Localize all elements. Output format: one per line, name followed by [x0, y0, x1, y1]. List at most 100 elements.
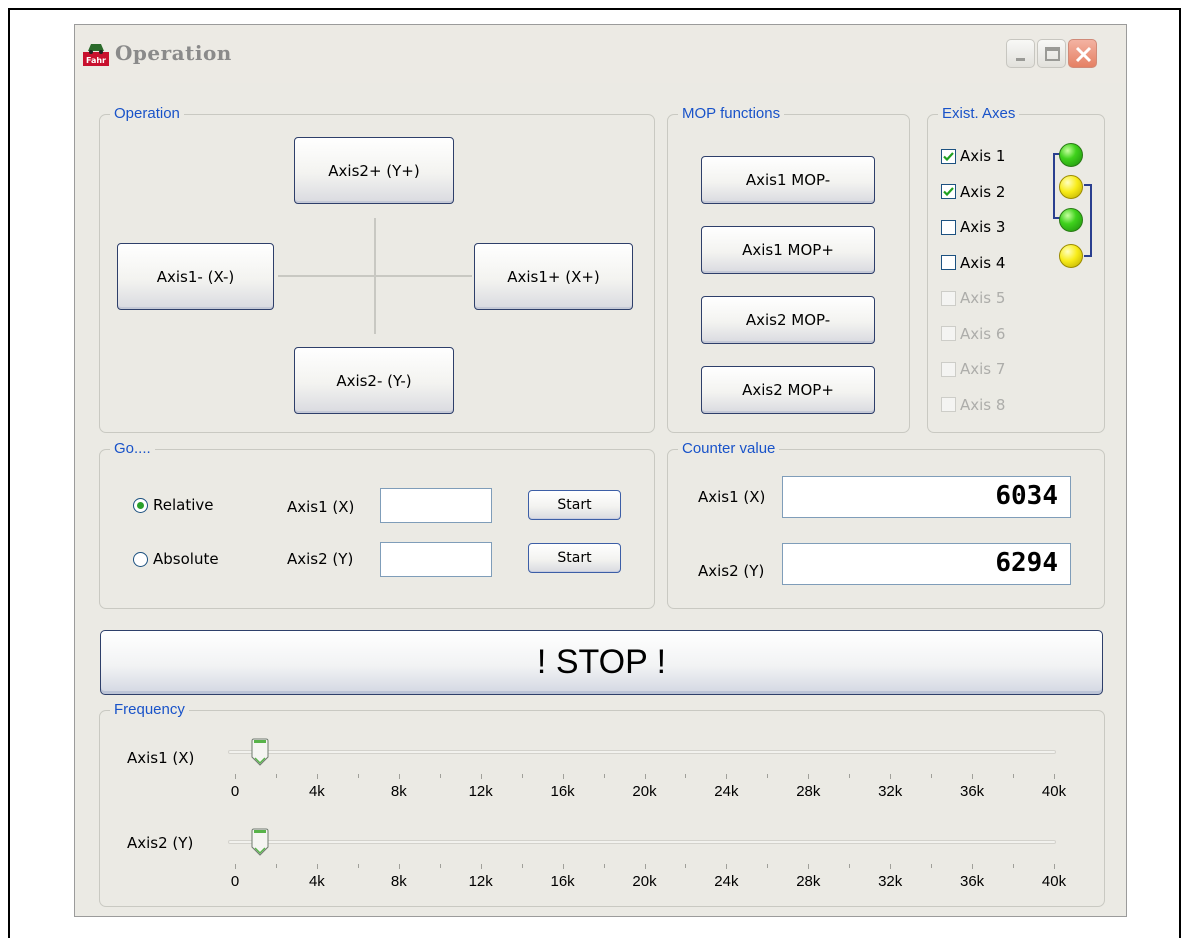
radio-selected-dot — [137, 501, 144, 509]
counter-axis2-label: Axis2 (Y) — [698, 562, 765, 580]
relative-radio-row[interactable]: Relative — [133, 496, 214, 514]
close-icon — [1075, 46, 1092, 63]
frequency-axis1-tick-label: 20k — [632, 783, 657, 800]
go-axis2-start-button[interactable]: Start — [528, 543, 621, 573]
frequency-axis2-tick-label: 24k — [714, 873, 739, 890]
go-axis2-label: Axis2 (Y) — [287, 550, 354, 568]
axis-checkbox-7 — [941, 361, 956, 377]
axis2-minus-button[interactable]: Axis2- (Y-) — [294, 347, 454, 414]
slider-thumb-icon — [251, 828, 269, 856]
frequency-axis2-tick-label: 20k — [632, 873, 657, 890]
stop-button[interactable]: ! STOP ! — [100, 630, 1103, 695]
axis-checkbox-3[interactable] — [941, 219, 956, 235]
go-group: Go.... — [99, 440, 655, 609]
axis2-mop-plus-button[interactable]: Axis2 MOP+ — [701, 366, 875, 414]
absolute-radio-row[interactable]: Absolute — [133, 550, 219, 568]
window-title: Operation — [115, 41, 232, 65]
frequency-axis1-minor-tick — [849, 774, 851, 778]
frequency-axis1-tick — [316, 774, 318, 779]
app-icon: Fahr — [83, 44, 109, 66]
absolute-radio[interactable] — [133, 551, 148, 567]
frequency-axis1-tick — [562, 774, 564, 779]
checkmark-icon — [943, 151, 954, 161]
frequency-axis2-minor-tick — [931, 864, 933, 868]
frequency-group-title: Frequency — [110, 701, 189, 718]
frequency-axis2-minor-tick — [439, 864, 441, 868]
frequency-axis1-minor-tick — [357, 774, 359, 778]
frequency-axis1-tick — [235, 774, 236, 779]
relative-radio[interactable] — [133, 497, 148, 513]
mop-group-title: MOP functions — [678, 105, 785, 122]
frequency-axis2-tick — [890, 864, 892, 869]
frequency-axis1-minor-tick — [521, 774, 523, 778]
go-axis1-start-button[interactable]: Start — [528, 490, 621, 520]
axis-checkbox-row-2[interactable]: Axis 2 — [941, 181, 1005, 203]
frequency-axis2-slider-track[interactable] — [228, 840, 1056, 844]
axis3-status-led — [1059, 208, 1083, 232]
absolute-label: Absolute — [153, 550, 219, 568]
frequency-axis2-tick-label: 8k — [390, 873, 407, 890]
minimize-button[interactable] — [1006, 39, 1035, 68]
go-axis2-input[interactable] — [380, 542, 492, 577]
frequency-axis1-tick-label: 28k — [796, 783, 821, 800]
frequency-axis2-tick-label: 0 — [230, 873, 240, 890]
frequency-axis2-tick-label: 28k — [796, 873, 821, 890]
axis-checkbox-row-1[interactable]: Axis 1 — [941, 145, 1005, 167]
frequency-axis2-slider-thumb[interactable] — [251, 828, 269, 856]
app-icon-text: Fahr — [86, 56, 106, 65]
minimize-icon — [1016, 58, 1025, 61]
frequency-axis2-tick — [480, 864, 482, 869]
axis1-mop-plus-button[interactable]: Axis1 MOP+ — [701, 226, 875, 274]
frequency-axis1-tick-label: 12k — [468, 783, 493, 800]
axis-checkbox-label: Axis 5 — [960, 289, 1006, 307]
axis-checkbox-row-3[interactable]: Axis 3 — [941, 216, 1005, 238]
axis-checkbox-row-6: Axis 6 — [941, 323, 1005, 345]
maximize-icon — [1045, 47, 1060, 61]
frequency-axis1-minor-tick — [685, 774, 687, 778]
frequency-axis2-minor-tick — [685, 864, 687, 868]
frequency-axis1-tick-label: 16k — [550, 783, 575, 800]
go-axis1-input[interactable] — [380, 488, 492, 523]
frequency-axis2-label: Axis2 (Y) — [127, 834, 194, 852]
frequency-axis2-minor-tick — [1013, 864, 1015, 868]
frequency-axis2-tick-label: 32k — [878, 873, 903, 890]
axis2-status-led — [1059, 175, 1083, 199]
frequency-axis1-tick — [398, 774, 400, 779]
axis-checkbox-label: Axis 2 — [960, 182, 1006, 201]
axis-checkbox-4[interactable] — [941, 255, 956, 270]
frequency-axis2-minor-tick — [849, 864, 851, 868]
axis-checkbox-2[interactable] — [941, 184, 956, 199]
frequency-axis2-tick — [316, 864, 318, 869]
frequency-axis1-tick — [1054, 774, 1055, 779]
axis-checkbox-5 — [941, 290, 956, 306]
frequency-axis1-tick — [972, 774, 974, 779]
axis4-status-led — [1059, 244, 1083, 268]
axis2-plus-button[interactable]: Axis2+ (Y+) — [294, 137, 454, 204]
axis-checkbox-label: Axis 3 — [960, 218, 1006, 236]
counter-group-title: Counter value — [678, 440, 780, 457]
slider-thumb-icon — [251, 738, 269, 766]
frequency-axis1-slider-thumb[interactable] — [251, 738, 269, 766]
axis2-mop-minus-button[interactable]: Axis2 MOP- — [701, 296, 875, 344]
relative-label: Relative — [153, 496, 214, 514]
close-button[interactable] — [1068, 39, 1097, 68]
frequency-axis1-minor-tick — [931, 774, 933, 778]
axis-checkbox-label: Axis 4 — [960, 253, 1006, 272]
crosshair-vertical — [374, 218, 376, 334]
frequency-axis2-minor-tick — [603, 864, 605, 868]
frequency-axis1-tick-label: 32k — [878, 783, 903, 800]
axis1-mop-minus-button[interactable]: Axis1 MOP- — [701, 156, 875, 204]
frequency-axis2-tick-label: 12k — [468, 873, 493, 890]
frequency-axis1-slider-track[interactable] — [228, 750, 1056, 754]
maximize-button[interactable] — [1037, 39, 1066, 68]
title-bar[interactable]: Fahr Operation — [75, 25, 1126, 83]
axis-checkbox-row-5: Axis 5 — [941, 287, 1005, 309]
axis1-plus-button[interactable]: Axis1+ (X+) — [474, 243, 633, 310]
axis-checkbox-label: Axis 7 — [960, 360, 1006, 378]
frequency-axis2-minor-tick — [521, 864, 523, 868]
axis-checkbox-row-4[interactable]: Axis 4 — [941, 252, 1005, 274]
axes-group-title: Exist. Axes — [938, 105, 1020, 122]
frequency-axis2-tick-label: 40k — [1041, 873, 1067, 890]
axis1-minus-button[interactable]: Axis1- (X-) — [117, 243, 274, 310]
axis-checkbox-1[interactable] — [941, 148, 956, 164]
